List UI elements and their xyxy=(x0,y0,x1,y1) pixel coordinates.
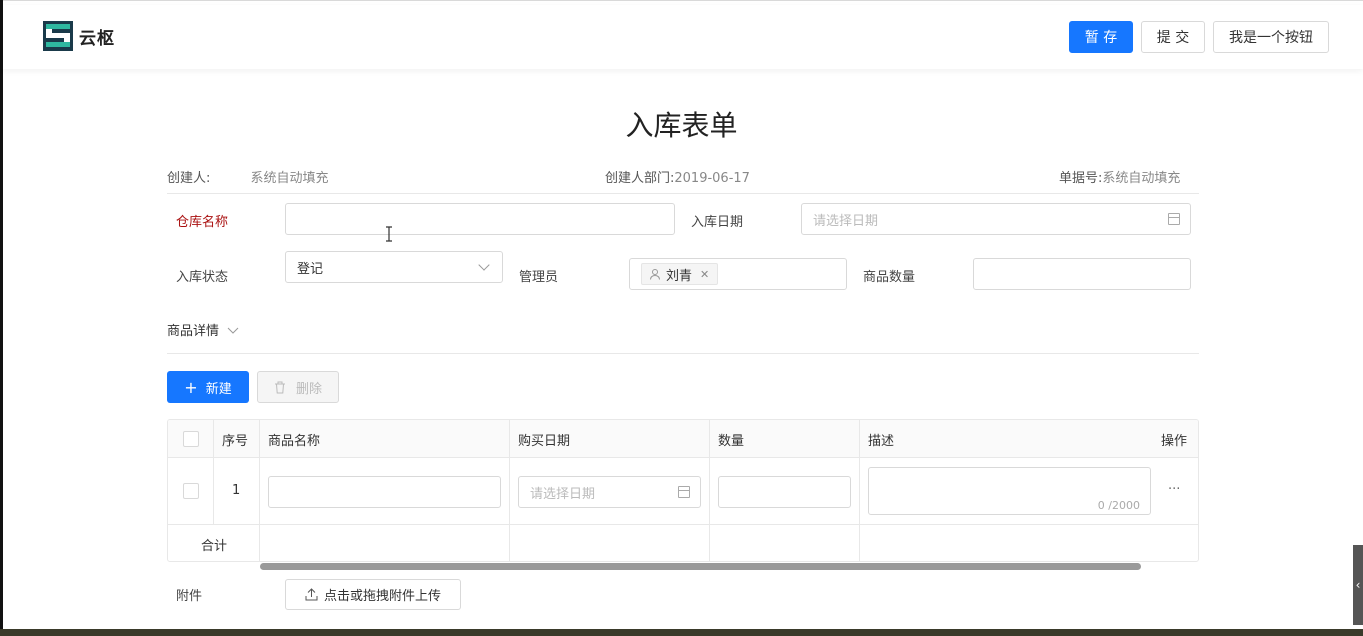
doc-no-label: 单据号: xyxy=(1059,171,1103,186)
text-cursor-icon xyxy=(386,226,392,242)
table-horizontal-scrollbar[interactable] xyxy=(260,563,1141,570)
col-divider xyxy=(709,420,710,561)
delete-row-label: 删除 xyxy=(295,381,322,397)
qty-label: 商品数量 xyxy=(863,270,916,285)
bottom-edge xyxy=(0,629,1363,636)
save-draft-button[interactable]: 暂 存 xyxy=(1069,21,1133,53)
logo: 云枢 xyxy=(43,21,115,51)
calendar-icon xyxy=(678,486,690,498)
in-date-picker[interactable]: 请选择日期 xyxy=(801,203,1191,235)
row-desc-textarea[interactable]: 0 /2000 xyxy=(868,467,1151,515)
chevron-down-icon xyxy=(227,327,239,334)
logo-icon xyxy=(43,21,73,51)
section-divider xyxy=(167,353,1199,354)
upload-button[interactable]: 点击或拖拽附件上传 xyxy=(285,579,461,610)
more-actions-icon[interactable]: ··· xyxy=(1168,482,1180,497)
manager-tag: 刘青 ✕ xyxy=(641,263,719,285)
side-panel-handle[interactable]: ‹ xyxy=(1353,545,1363,625)
upload-icon xyxy=(305,588,318,601)
col-divider xyxy=(859,420,860,561)
section-toggle[interactable]: 商品详情 xyxy=(167,320,239,339)
col-header-qty: 数量 xyxy=(718,433,745,449)
submit-button[interactable]: 提 交 xyxy=(1141,21,1205,53)
creator-value: 系统自动填充 xyxy=(250,171,329,186)
col-header-desc: 描述 xyxy=(868,433,895,449)
dept-meta: 创建人部门:2019-06-17 xyxy=(605,167,750,186)
qty-input[interactable] xyxy=(973,258,1191,290)
col-header-name: 商品名称 xyxy=(268,433,321,449)
doc-no-value: 系统自动填充 xyxy=(1102,171,1181,186)
user-icon xyxy=(650,268,660,280)
dept-value: 2019-06-17 xyxy=(674,171,750,186)
chevron-down-icon xyxy=(478,259,490,271)
logo-text: 云枢 xyxy=(79,28,115,49)
plus-icon: + xyxy=(184,377,198,397)
dept-label: 创建人部门: xyxy=(605,171,675,186)
status-select[interactable]: 登记 xyxy=(285,251,503,283)
col-header-index: 序号 xyxy=(222,433,249,449)
status-label: 入库状态 xyxy=(176,270,229,285)
col-header-action: 操作 xyxy=(1161,433,1188,449)
row-checkbox[interactable] xyxy=(183,483,199,499)
calendar-icon xyxy=(1168,213,1180,225)
row-date-picker[interactable]: 请选择日期 xyxy=(518,476,701,508)
creator-label: 创建人: xyxy=(167,171,211,186)
char-counter: 0 /2000 xyxy=(1097,499,1140,512)
row-divider xyxy=(168,524,1198,525)
col-divider xyxy=(259,420,260,561)
creator-meta: 创建人: 系统自动填充 xyxy=(167,167,329,186)
trash-icon xyxy=(274,381,285,393)
new-row-label: 新建 xyxy=(205,381,232,397)
row-name-input[interactable] xyxy=(268,476,501,508)
custom-button[interactable]: 我是一个按钮 xyxy=(1213,21,1329,53)
total-label: 合计 xyxy=(201,539,228,554)
col-header-date: 购买日期 xyxy=(518,433,571,449)
in-date-label: 入库日期 xyxy=(691,215,744,230)
row-index: 1 xyxy=(232,483,241,498)
attachment-label: 附件 xyxy=(176,589,203,604)
row-date-placeholder: 请选择日期 xyxy=(530,486,596,502)
manager-name: 刘青 xyxy=(666,268,693,284)
manager-picker[interactable]: 刘青 ✕ xyxy=(629,258,847,290)
app-header: 云枢 暂 存 提 交 我是一个按钮 xyxy=(3,5,1363,69)
warehouse-input[interactable] xyxy=(285,203,675,235)
section-title: 商品详情 xyxy=(167,324,220,339)
status-value: 登记 xyxy=(297,261,324,277)
row-qty-input[interactable] xyxy=(718,476,851,508)
col-divider xyxy=(509,420,510,561)
delete-row-button: 删除 xyxy=(257,371,339,403)
warehouse-label: 仓库名称 xyxy=(176,215,229,230)
form-title: 入库表单 xyxy=(625,109,738,142)
meta-divider xyxy=(167,193,1199,194)
select-all-checkbox[interactable] xyxy=(183,431,199,447)
new-row-button[interactable]: + 新建 xyxy=(167,371,249,403)
in-date-placeholder: 请选择日期 xyxy=(813,213,879,229)
close-icon[interactable]: ✕ xyxy=(700,268,709,281)
doc-no-meta: 单据号:系统自动填充 xyxy=(1059,167,1180,186)
col-divider xyxy=(213,420,214,524)
left-window-edge xyxy=(0,0,3,636)
manager-label: 管理员 xyxy=(519,270,559,285)
goods-table: 序号 商品名称 购买日期 数量 描述 操作 1 请选择日期 0 /2000 ··… xyxy=(167,419,1199,562)
upload-label: 点击或拖拽附件上传 xyxy=(323,589,441,604)
